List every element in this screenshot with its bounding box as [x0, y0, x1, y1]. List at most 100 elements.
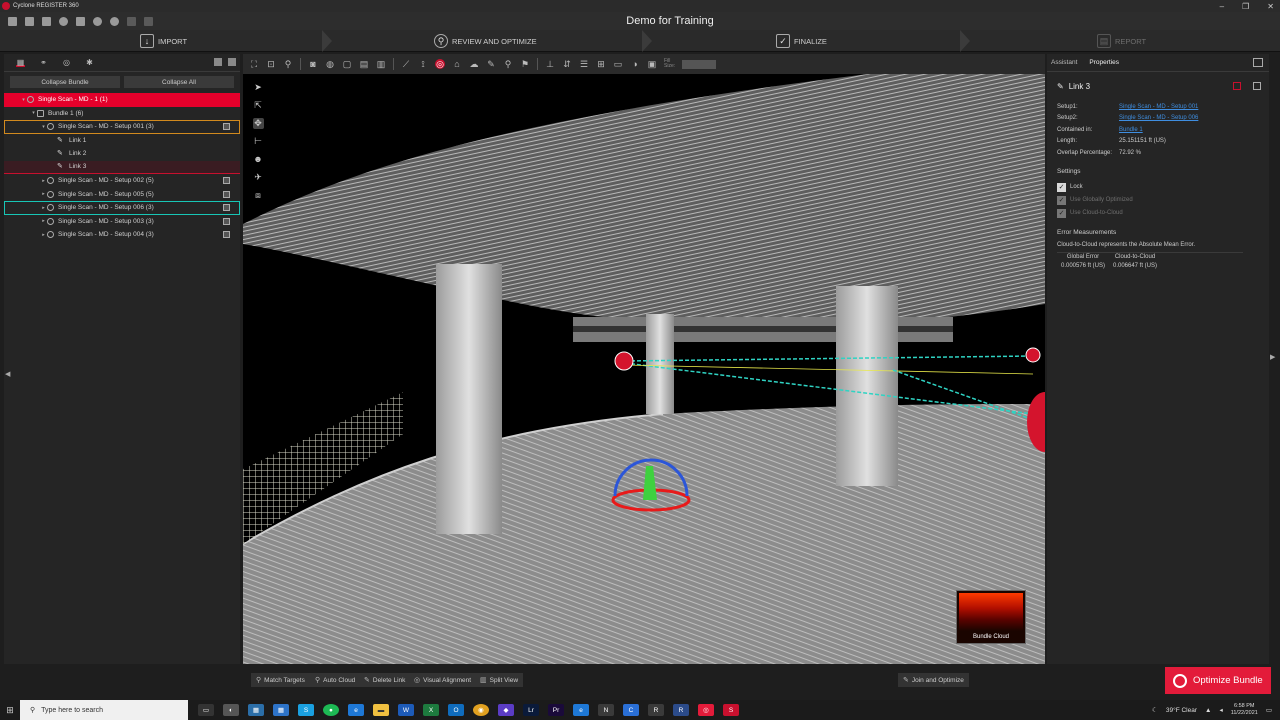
tag-icon[interactable]: ⌂	[452, 59, 462, 69]
camera-icon[interactable]: ◙	[308, 59, 318, 69]
fill-size-slider[interactable]	[682, 59, 717, 69]
expand-arrow-icon[interactable]: ▸	[40, 191, 47, 197]
expand-arrow-icon[interactable]: ▾	[30, 110, 37, 116]
move-icon[interactable]: ✥	[252, 118, 264, 129]
setup-thumbnail-icon[interactable]	[223, 190, 230, 198]
split-view-button[interactable]: ▥ Split View	[475, 673, 524, 687]
link-line[interactable]	[624, 355, 1034, 362]
fit-view-icon[interactable]: ⛶	[249, 59, 259, 69]
open-project-icon[interactable]	[25, 16, 34, 26]
view-mode-icon[interactable]: ◍	[325, 59, 335, 69]
expand-icon[interactable]	[214, 58, 222, 66]
maximize-button[interactable]: ❐	[1242, 2, 1249, 11]
setup-thumbnail-icon[interactable]	[223, 177, 230, 185]
clock[interactable]: 6:58 PM 11/22/2021	[1231, 703, 1258, 717]
workflow-step-report[interactable]: ▤ REPORT	[1097, 30, 1146, 52]
notion-icon[interactable]: N	[598, 704, 614, 716]
tree-item[interactable]: ▸ Single Scan - MD - Setup 002 (5)	[4, 174, 240, 188]
app-icon[interactable]: ◆	[498, 704, 514, 716]
visual-alignment-button[interactable]: ◎ Visual Alignment	[409, 673, 477, 687]
tree-item[interactable]: ▸ Single Scan - MD - Setup 006 (3)	[4, 201, 240, 215]
task-view-icon[interactable]: ▭	[198, 704, 214, 716]
walk-icon[interactable]: ☻	[253, 154, 264, 165]
snapshot-icon[interactable]: ▣	[647, 59, 657, 69]
start-button[interactable]: ⊞	[0, 700, 20, 720]
link-line[interactable]	[624, 362, 1034, 415]
links-tab-icon[interactable]: ⚭	[39, 58, 48, 67]
scan-target-marker[interactable]	[1025, 347, 1041, 363]
optimize-bundle-button[interactable]: Optimize Bundle	[1165, 667, 1271, 694]
tree-item[interactable]: ▾ Single Scan - MD - 1 (1)	[4, 93, 240, 107]
app-icon[interactable]: ◐	[223, 704, 239, 716]
fly-icon[interactable]: ✈	[253, 172, 264, 183]
app-icon[interactable]: C	[623, 704, 639, 716]
match-targets-button[interactable]: ⚲ Match Targets	[251, 673, 310, 687]
new-project-icon[interactable]	[8, 16, 17, 26]
settings-icon[interactable]	[59, 16, 68, 26]
cube-icon[interactable]: ⧈	[253, 190, 264, 201]
cloud-icon[interactable]: ☁	[469, 59, 479, 69]
collapse-all-button[interactable]: Collapse All	[124, 76, 234, 88]
excel-icon[interactable]: X	[423, 704, 439, 716]
multi-select-icon[interactable]: ⇱	[253, 100, 264, 111]
tree-item[interactable]: ▾ Bundle 1 (6)	[4, 107, 240, 121]
lock-checkbox[interactable]: ✓ Lock	[1057, 181, 1261, 194]
fit-selection-icon[interactable]: ⊡	[266, 59, 276, 69]
app-icon[interactable]: S	[723, 704, 739, 716]
setup1-link[interactable]: Single Scan - MD - Setup 001	[1119, 104, 1198, 110]
app-icon[interactable]: ▦	[248, 704, 264, 716]
info-icon[interactable]	[110, 16, 119, 26]
select-icon[interactable]: ➤	[253, 82, 264, 93]
cyclone-register-icon[interactable]: ◎	[698, 704, 714, 716]
contained-in-link[interactable]: Bundle 1	[1119, 127, 1143, 133]
pencil-icon[interactable]: ✎	[486, 59, 496, 69]
setup-thumbnail-icon[interactable]	[223, 231, 230, 239]
lrc-icon[interactable]: Lr	[523, 704, 539, 716]
app-icon[interactable]: R	[673, 704, 689, 716]
display-icon[interactable]: ▭	[613, 59, 623, 69]
limit-box-icon[interactable]: ▥	[376, 59, 386, 69]
collapse-left-panel-icon[interactable]: ◀	[5, 370, 10, 378]
3d-viewport[interactable]: ⛶ ⊡ ⚲ ◙ ◍ ▢ ▤ ▥ ⟋ ⟟ ◎ ⌂ ☁ ✎ ⚲ ⚑ ⊥ ⇵ ☰ ⊞ …	[243, 54, 1045, 664]
expand-arrow-icon[interactable]: ▸	[40, 232, 47, 238]
layers-icon[interactable]: ☰	[579, 59, 589, 69]
box-icon[interactable]: ▢	[342, 59, 352, 69]
pick-icon[interactable]: ⟟	[418, 59, 428, 69]
spotify-icon[interactable]: ●	[323, 704, 339, 716]
tree-item[interactable]: ▾ Single Scan - MD - Setup 001 (3)	[4, 120, 240, 134]
word-icon[interactable]: W	[398, 704, 414, 716]
volume-icon[interactable]: ◂	[1219, 706, 1222, 714]
tree-item[interactable]: ▸ Single Scan - MD - Setup 004 (3)	[4, 228, 240, 242]
tree-item[interactable]: ▸ Single Scan - MD - Setup 005 (5)	[4, 188, 240, 202]
tab-assistant[interactable]: Assistant	[1049, 57, 1079, 68]
zoom-icon[interactable]: ⚲	[283, 59, 293, 69]
link-line[interactable]	[624, 364, 1034, 375]
tree-item[interactable]: ✎ Link 1	[4, 134, 240, 148]
app-icon[interactable]: S	[298, 704, 314, 716]
expand-arrow-icon[interactable]: ▸	[40, 178, 47, 184]
grid-icon[interactable]: ⊞	[596, 59, 606, 69]
person-pin-icon[interactable]: ⚑	[520, 59, 530, 69]
save-icon[interactable]	[76, 16, 85, 26]
auto-cloud-button[interactable]: ⚲ Auto Cloud	[310, 673, 361, 687]
pin-icon[interactable]: ⚲	[503, 59, 513, 69]
measure-icon[interactable]: ⟋	[401, 59, 411, 69]
expand-arrow-icon[interactable]: ▸	[40, 218, 47, 224]
file-explorer-icon[interactable]: ▬	[373, 704, 389, 716]
settings-tab-icon[interactable]: ✱	[85, 58, 94, 67]
workflow-step-review[interactable]: ⚲ REVIEW AND OPTIMIZE	[434, 30, 537, 52]
delete-link-button[interactable]: ✎ Delete Link	[359, 673, 411, 687]
clip-icon[interactable]: ▤	[359, 59, 369, 69]
measure-distance-icon[interactable]: ⊢	[253, 136, 264, 147]
tree-item[interactable]: ✎ Link 3	[4, 160, 240, 174]
edge-icon[interactable]: e	[573, 704, 589, 716]
target-icon[interactable]: ◎	[435, 59, 445, 69]
scan-target-marker[interactable]	[614, 351, 634, 371]
join-and-optimize-button[interactable]: ✎ Join and Optimize	[898, 673, 969, 687]
redo-icon[interactable]	[144, 16, 153, 26]
axis-icon[interactable]: ⊥	[545, 59, 555, 69]
outlook-icon[interactable]: O	[448, 704, 464, 716]
network-icon[interactable]: ▲	[1205, 707, 1211, 714]
setup2-link[interactable]: Single Scan - MD - Setup 006	[1119, 115, 1198, 121]
tree-tab-icon[interactable]: ▦	[16, 58, 25, 67]
